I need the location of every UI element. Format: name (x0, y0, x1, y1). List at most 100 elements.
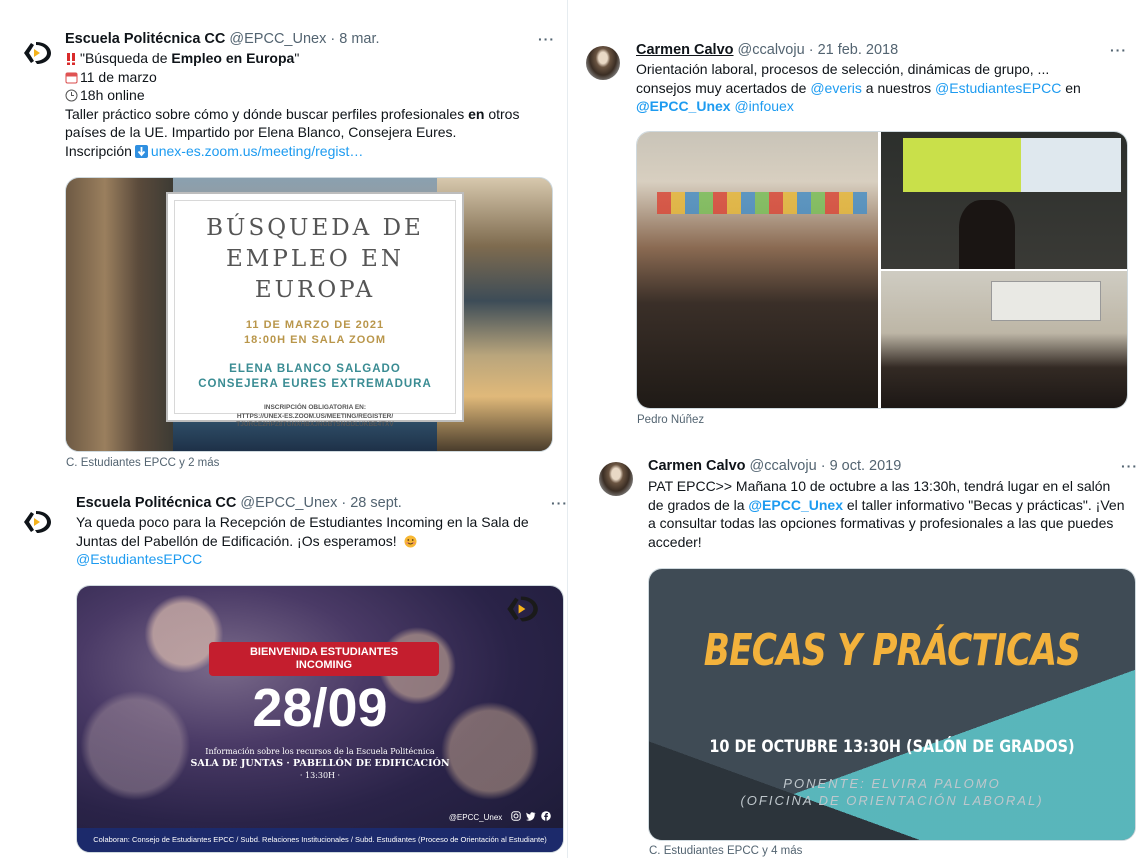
clock-icon (65, 89, 78, 102)
tweet-text-bold: en (468, 105, 485, 122)
tweet-text-part: otros (484, 105, 520, 122)
author-name[interactable]: Escuela Politécnica CC (76, 495, 236, 511)
tweet-line: Inscripción unex-es.zoom.us/meeting/regis… (65, 142, 555, 161)
tweet-line: 18h online (65, 86, 555, 105)
tweet-text: Ya queda poco para la Recepción de Estud… (76, 513, 556, 569)
poster-info-line: Información sobre los recursos de la Esc… (205, 747, 435, 756)
tweet-text: PAT EPCC>> Mañana 10 de octubre a las 13… (648, 477, 1136, 551)
welcome-poster-image[interactable]: BIENVENIDA ESTUDIANTES INCOMING 28/09 In… (76, 585, 564, 853)
tweet-line: consejos muy acertados de @everis a nues… (636, 79, 1126, 98)
becas-poster-image[interactable]: BECAS Y PRÁCTICAS 10 DE OCTUBRE 13:30H (… (648, 568, 1136, 841)
mention-link[interactable]: @EPCC_Unex (636, 98, 731, 114)
poster-registration-label: INSCRIPCIÓN OBLIGATORIA EN: (263, 404, 367, 411)
author-name[interactable]: Carmen Calvo (636, 42, 734, 58)
tweet-date[interactable]: 28 sept. (350, 495, 402, 511)
event-poster-image[interactable]: BÚSQUEDA DE EMPLEO EN EUROPA 11 DE MARZO… (65, 177, 553, 452)
separator: · (820, 458, 826, 474)
tweet-line: "Búsqueda de Empleo en Europa" (65, 49, 555, 68)
poster-registration-url: HTTPS://UNEX-ES.ZOOM.US/MEETING/REGISTER… (236, 412, 394, 420)
author-name[interactable]: Carmen Calvo (648, 458, 746, 474)
tagged-users[interactable]: Pedro Núñez (637, 414, 704, 426)
poster-banner-line: INCOMING (295, 659, 353, 671)
separator: · (330, 31, 336, 47)
instagram-icon (510, 811, 521, 821)
tweet-text-part: consejos muy acertados de (636, 79, 811, 96)
speaker-photo[interactable] (881, 271, 1127, 408)
separator: · (808, 42, 814, 58)
poster-title-line: EUROPA (254, 277, 376, 303)
tweet-date[interactable]: 9 oct. 2019 (830, 458, 902, 474)
tweet-line: 11 de marzo (65, 68, 555, 87)
tweet-header: Carmen Calvo @ccalvoju · 21 feb. 2018 (636, 41, 898, 59)
tagged-users[interactable]: C. Estudiantes EPCC y 2 más (66, 457, 219, 469)
poster-speaker-office: (OFICINA DE ORIENTACIÓN LABORAL) (740, 793, 1044, 808)
mention-link[interactable]: @EPCC_Unex (748, 497, 843, 513)
epcc-logo-avatar[interactable] (20, 36, 54, 70)
tweet-text: "Búsqueda de Empleo en Europa" 11 de mar… (65, 49, 555, 160)
tweet-text-part: 18h online (80, 87, 145, 103)
tweet-line: PAT EPCC>> Mañana 10 de octubre a las 13… (648, 478, 1111, 494)
poster-social-handle: @EPCC_Unex (448, 813, 503, 822)
epcc-logo-icon (505, 594, 539, 629)
carmen-calvo-avatar[interactable] (586, 46, 620, 80)
more-options-icon[interactable]: ··· (538, 31, 555, 47)
mention-link[interactable]: @EstudiantesEPCC (76, 551, 202, 567)
tweet-text-part: "Búsqueda de (80, 50, 172, 66)
author-handle[interactable]: @ccalvoju (738, 42, 805, 58)
poster-date-big: 28/09 (252, 678, 388, 738)
tweet-line: de grados de la @EPCC_Unex el taller inf… (648, 496, 1136, 515)
poster-speaker-role: CONSEJERA EURES EXTREMADURA (198, 378, 432, 390)
poster-footer: Colaboran: Consejo de Estudiantes EPCC /… (77, 828, 563, 852)
tweet-date[interactable]: 8 mar. (339, 31, 379, 47)
tweet-text-part: de grados de la (648, 496, 749, 513)
tweet-text-part: Taller práctico sobre cómo y dónde busca… (65, 105, 469, 122)
poster-title-line: EMPLEO EN (226, 246, 404, 272)
poster-banner-line: BIENVENIDA ESTUDIANTES (249, 646, 399, 658)
tweet-line: Juntas del Pabellón de Edificación. ¡Os … (76, 532, 556, 551)
more-options-icon[interactable]: ··· (1110, 42, 1127, 58)
registration-link[interactable]: unex-es.zoom.us/meeting/regist… (151, 143, 363, 159)
tweet-line: a consultar todas las opciones formativa… (648, 515, 1114, 531)
poster-title: BECAS Y PRÁCTICAS (703, 625, 1081, 676)
tweet-text-part: Juntas del Pabellón de Edificación. ¡Os … (76, 532, 397, 549)
calendar-icon (65, 72, 78, 83)
epcc-logo-avatar[interactable] (20, 505, 54, 539)
down-arrow-icon (134, 144, 148, 158)
tweet-header: Escuela Politécnica CC @EPCC_Unex · 8 ma… (65, 30, 380, 48)
poster-info: Información sobre los recursos de la Esc… (77, 746, 563, 782)
tweet-line: Orientación laboral, procesos de selecci… (636, 61, 1050, 77)
poster-time: 18:00H EN SALA ZOOM (243, 334, 387, 346)
facebook-icon (541, 811, 551, 821)
poster-speaker-name: PONENTE: ELVIRA PALOMO (783, 776, 1001, 791)
poster-date: 11 DE MARZO DE 2021 (245, 319, 385, 331)
tweet-line: Taller práctico sobre cómo y dónde busca… (65, 105, 555, 124)
poster-registration-url: TJURCE2HPZ8TGNXHBXJNGBTSNGDLUKBE4TXV (236, 421, 394, 428)
poster-location: SALA DE JUNTAS · PABELLÓN DE EDIFICACIÓN (190, 758, 450, 769)
presentation-photo[interactable] (881, 132, 1127, 269)
mention-link[interactable]: @infouex (734, 98, 793, 114)
more-options-icon[interactable]: ··· (1121, 458, 1138, 474)
epcc-logo-icon (24, 511, 51, 533)
author-handle[interactable]: @EPCC_Unex (229, 31, 326, 47)
mention-link[interactable]: @everis (810, 80, 862, 96)
classroom-photo[interactable] (637, 132, 878, 408)
tweet-text: Orientación laboral, procesos de selecci… (636, 60, 1126, 116)
tweet-text-part: " (294, 50, 300, 66)
more-options-icon[interactable]: ··· (551, 495, 568, 511)
tweet-date[interactable]: 21 feb. 2018 (818, 42, 899, 58)
photo-collage[interactable] (636, 131, 1128, 409)
tagged-users[interactable]: C. Estudiantes EPCC y 4 más (649, 845, 802, 857)
poster-social: @EPCC_Unex (449, 811, 551, 822)
poster-date: 10 DE OCTUBRE 13:30H (SALÓN DE GRADOS) (709, 737, 1075, 757)
poster-speaker: ELENA BLANCO SALGADO (229, 363, 401, 375)
author-handle[interactable]: @EPCC_Unex (240, 495, 337, 511)
author-handle[interactable]: @ccalvoju (750, 458, 817, 474)
author-name[interactable]: Escuela Politécnica CC (65, 31, 225, 47)
tweet-line: @EPCC_Unex @infouex (636, 97, 1126, 116)
tweet-header: Escuela Politécnica CC @EPCC_Unex · 28 s… (76, 494, 402, 512)
column-divider (567, 0, 568, 858)
mention-link[interactable]: @EstudiantesEPCC (935, 80, 1061, 96)
carmen-calvo-avatar[interactable] (599, 462, 633, 496)
tweet-line: @EstudiantesEPCC (76, 550, 556, 569)
poster-banner: BIENVENIDA ESTUDIANTES INCOMING (209, 642, 439, 676)
